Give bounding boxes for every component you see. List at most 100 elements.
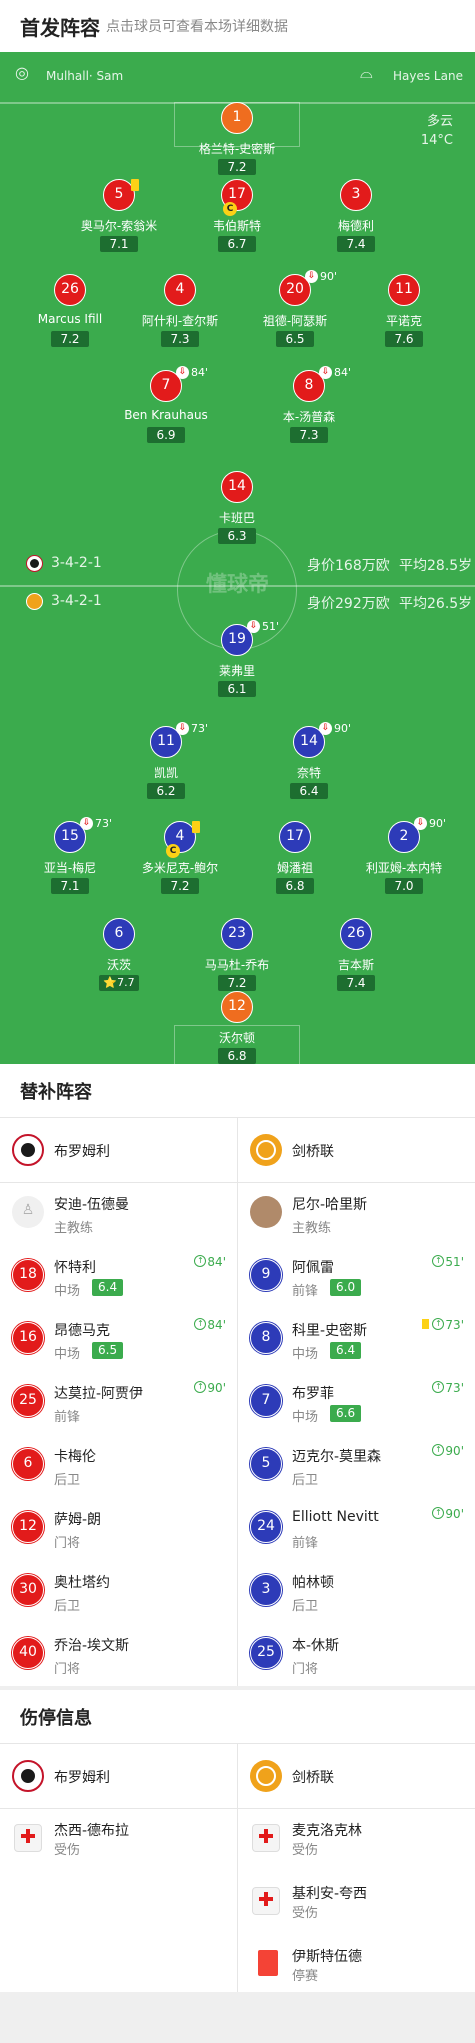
yellow-card-icon	[422, 1319, 430, 1329]
player-marker[interactable]: 8 ⇩ 84' 本-汤普森 7.3	[239, 366, 379, 450]
player-position: 中场	[292, 1410, 319, 1425]
jersey-number: 17	[279, 821, 311, 853]
injury-row[interactable]: 杰西-德布拉 受伤	[12, 1808, 232, 1871]
jersey-number: 12	[12, 1511, 44, 1543]
rating-value: 7.2	[227, 976, 247, 990]
player-position: 前锋	[292, 1284, 319, 1299]
jersey-number: 16	[12, 1322, 44, 1354]
player-marker[interactable]: 19 ⇩ 51' 莱弗里 6.1	[167, 620, 307, 704]
player-marker[interactable]: 7 ⇩ 84' Ben Krauhaus 6.9	[96, 366, 236, 450]
weather-info: 多云 14°C	[421, 112, 453, 150]
away-team-name: 剑桥联	[292, 1144, 334, 1160]
sub-minute: 90'	[445, 1444, 464, 1458]
player-rating: 6.5	[276, 331, 314, 347]
sub-on-indicator: ↑ 84'	[194, 1255, 226, 1269]
cross-bar	[264, 1829, 268, 1843]
home-value: 身价168万欧	[307, 558, 390, 574]
substitute-row[interactable]: 24 Elliott Nevitt 前锋 ↑ 90'	[250, 1497, 470, 1560]
sub-minute: 84'	[191, 366, 209, 379]
sub-off-icon: ⇩	[319, 722, 332, 735]
player-position: 中场	[54, 1284, 81, 1299]
sub-off-indicator: ⇩ 84'	[319, 366, 351, 380]
substitute-row[interactable]: 3 帕林顿 后卫	[250, 1560, 470, 1623]
coach-role: 主教练	[54, 1221, 94, 1236]
home-team-name: 布罗姆利	[54, 1144, 110, 1160]
player-marker[interactable]: 2 ⇩ 90' 利亚姆-本内特 7.0	[334, 817, 474, 901]
player-name: 基利安-夸西	[292, 1886, 368, 1902]
away-team-badge	[26, 593, 43, 610]
jersey-number: 1	[221, 102, 253, 134]
player-name: Ben Krauhaus	[124, 408, 208, 422]
substitute-row[interactable]: 25 本-休斯 门将	[250, 1623, 470, 1686]
player-rating: 7.6	[385, 331, 423, 347]
substitute-row[interactable]: 9 阿佩雷 前锋 6.0 ↑ 51'	[250, 1245, 470, 1308]
home-team-row[interactable]: 布罗姆利	[12, 1744, 232, 1808]
player-marker[interactable]: 1 格兰特-史密斯 7.2	[167, 102, 307, 182]
injury-row[interactable]: 基利安-夸西 受伤	[250, 1871, 470, 1934]
player-marker[interactable]: 14 卡班巴 6.3	[167, 471, 307, 551]
sub-off-icon: ⇩	[80, 817, 93, 830]
captain-badge: C	[166, 844, 180, 858]
substitute-row[interactable]: 40 乔治-埃文斯 门将	[12, 1623, 232, 1686]
home-team-row[interactable]: 布罗姆利	[12, 1118, 232, 1182]
substitute-row[interactable]: 25 达莫拉-阿贾伊 前锋 ↑ 90'	[12, 1371, 232, 1434]
away-team-row[interactable]: 剑桥联	[250, 1744, 470, 1808]
substitute-row[interactable]: 5 迈克尔-莫里森 后卫 ↑ 90'	[250, 1434, 470, 1497]
away-team-logo	[250, 1760, 282, 1792]
player-marker[interactable]: 26 吉本斯 7.4	[286, 918, 426, 998]
player-name: 凯凯	[153, 766, 178, 780]
player-rating: 7.0	[385, 878, 423, 894]
injury-row[interactable]: 麦克洛克林 受伤	[250, 1808, 470, 1871]
player-rating: 7.2	[218, 975, 256, 991]
sub-off-icon: ⇩	[176, 722, 189, 735]
yellow-card-icon	[192, 821, 200, 833]
sub-minute: 73'	[445, 1318, 464, 1332]
rating-value: 7.2	[60, 332, 80, 346]
player-rating: 6.4	[290, 783, 328, 799]
substitute-row[interactable]: 18 怀特利 中场 6.4 ↑ 84'	[12, 1245, 232, 1308]
coach-name: 尼尔-哈里斯	[292, 1197, 368, 1213]
player-name: 卡梅伦	[54, 1449, 96, 1465]
player-position: 后卫	[54, 1473, 81, 1488]
sub-minute: 73'	[445, 1381, 464, 1395]
player-name: 格兰特-史密斯	[198, 142, 276, 156]
substitute-row[interactable]: 12 萨姆-朗 门将	[12, 1497, 232, 1560]
away-team-row[interactable]: 剑桥联	[250, 1118, 470, 1182]
player-name: 利亚姆-本内特	[365, 861, 443, 875]
player-marker[interactable]: 12 沃尔顿 6.8	[167, 991, 307, 1064]
player-marker[interactable]: 11 ⇩ 73' 凯凯 6.2	[96, 722, 236, 806]
away-coach-row[interactable]: 尼尔-哈里斯 主教练	[250, 1182, 470, 1245]
player-marker[interactable]: 11 平诺克 7.6	[334, 274, 474, 354]
player-name: 平诺克	[385, 314, 422, 328]
substitute-row[interactable]: 8 科里-史密斯 中场 6.4 ↑ 73'	[250, 1308, 470, 1371]
rating-value: 6.4	[299, 784, 319, 798]
stadium-icon: ⌓	[360, 63, 373, 82]
medkit-icon	[252, 1824, 280, 1852]
sub-minute: 84'	[207, 1255, 226, 1269]
venue-name: Hayes Lane	[393, 69, 463, 83]
subs-section-header: 替补阵容	[0, 1064, 475, 1118]
player-name: 萨姆-朗	[54, 1512, 102, 1528]
jersey-number: 18	[12, 1259, 44, 1291]
substitute-row[interactable]: 16 昂德马克 中场 6.5 ↑ 84'	[12, 1308, 232, 1371]
player-name: 麦克洛克林	[292, 1823, 362, 1839]
rating-value: 6.3	[227, 529, 247, 543]
player-name: 莱弗里	[218, 664, 255, 678]
away-team-name: 剑桥联	[292, 1770, 334, 1786]
sub-minute: 90'	[334, 722, 352, 735]
temperature-text: 14°C	[420, 133, 453, 148]
sub-off-icon: ⇩	[414, 817, 427, 830]
sub-off-indicator: ⇩ 73'	[176, 722, 208, 736]
injury-row[interactable]: 伊斯特伍德 停赛	[250, 1934, 470, 1997]
player-rating: ⭐7.7	[99, 975, 139, 991]
substitute-row[interactable]: 30 奥杜塔约 后卫	[12, 1560, 232, 1623]
home-coach-row[interactable]: ♙ 安迪-伍德曼 主教练	[12, 1182, 232, 1245]
jersey-number: 6	[12, 1448, 44, 1480]
player-rating: 6.1	[218, 681, 256, 697]
player-marker[interactable]: 3 梅德利 7.4	[286, 179, 426, 259]
player-name: 乔治-埃文斯	[54, 1638, 130, 1654]
substitute-row[interactable]: 7 布罗菲 中场 6.6 ↑ 73'	[250, 1371, 470, 1434]
substitute-row[interactable]: 6 卡梅伦后卫	[12, 1434, 232, 1497]
player-marker[interactable]: 14 ⇩ 90' 奈特 6.4	[239, 722, 379, 806]
coach-avatar	[250, 1196, 282, 1228]
